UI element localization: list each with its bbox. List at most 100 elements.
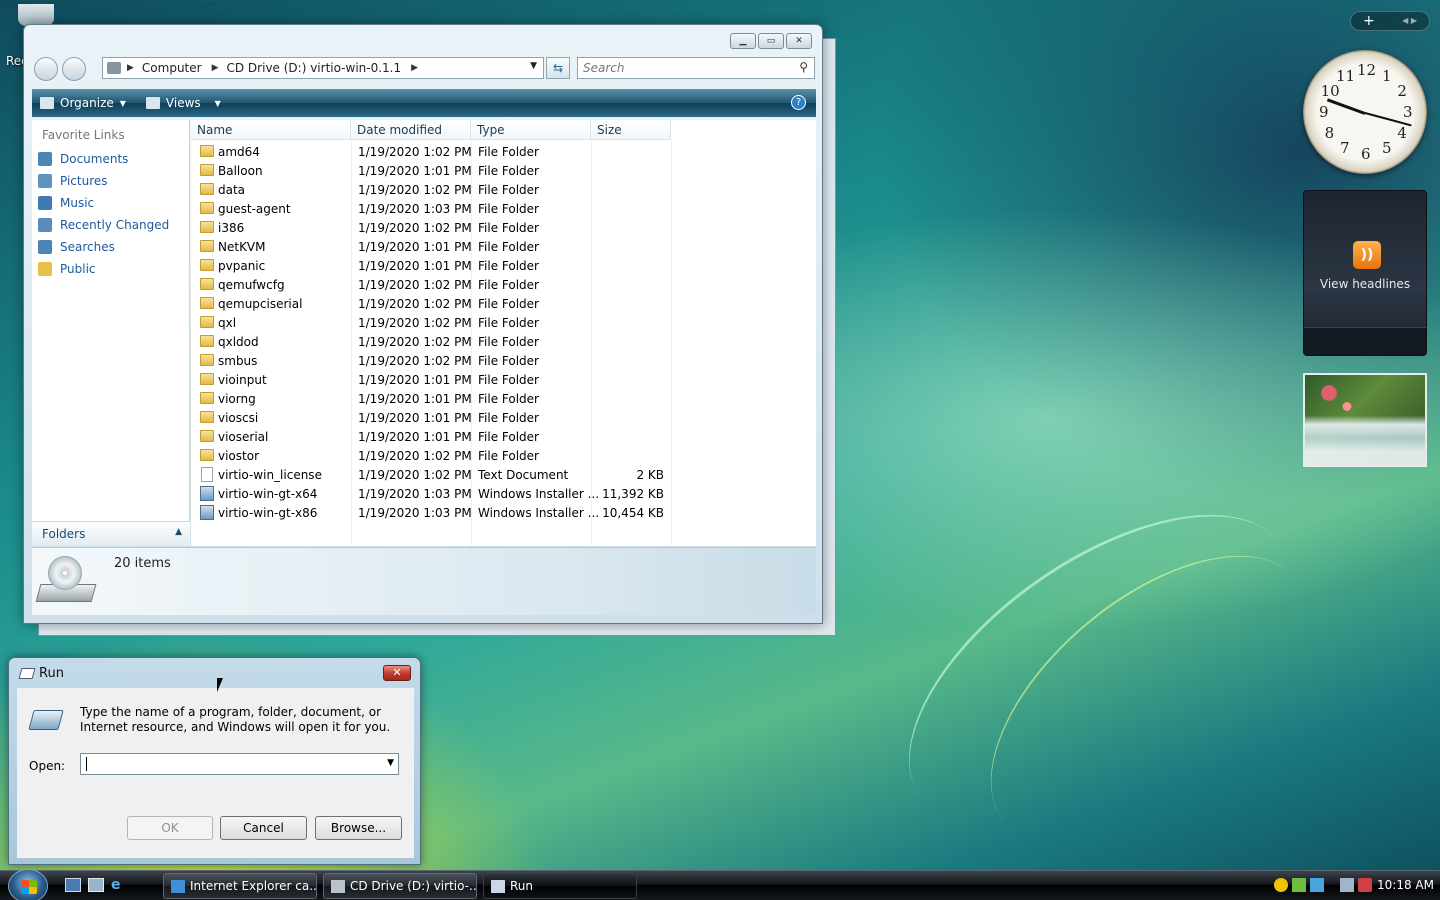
update-icon[interactable] (1292, 878, 1306, 892)
favorite-link[interactable]: Documents (32, 148, 189, 170)
file-name: vioscsi (218, 410, 259, 425)
file-row[interactable]: NetKVM 1/19/2020 1:01 PM File Folder (191, 237, 671, 256)
favorite-link[interactable]: Public (32, 258, 189, 280)
column-header-date[interactable]: Date modified (351, 120, 471, 140)
file-row[interactable]: qemupciserial 1/19/2020 1:02 PM File Folde… (191, 294, 671, 313)
breadcrumb-cd-drive[interactable]: CD Drive (D:) virtio-win-0.1.1 (227, 61, 402, 75)
file-row[interactable]: amd64 1/19/2020 1:02 PM File Folder (191, 142, 671, 161)
clock-time[interactable]: 10:18 AM (1377, 878, 1434, 892)
folder-icon (200, 354, 214, 366)
file-date: 1/19/2020 1:02 PM (358, 467, 472, 482)
volume-muted-icon[interactable] (1358, 878, 1372, 892)
file-type: File Folder (478, 391, 539, 406)
breadcrumb-separator-icon[interactable]: ▶ (411, 63, 418, 73)
folder-icon (200, 202, 214, 214)
file-row[interactable]: vioinput 1/19/2020 1:01 PM File Folder (191, 370, 671, 389)
folders-toggle[interactable]: Folders ▲ (32, 521, 190, 546)
cancel-button[interactable]: Cancel (220, 816, 307, 840)
close-button[interactable]: ✕ (383, 665, 411, 681)
breadcrumb-computer[interactable]: Computer (142, 61, 202, 75)
taskbar-button[interactable]: Internet Explorer ca... (163, 873, 317, 899)
feed-headlines-gadget[interactable]: )) View headlines (1303, 190, 1427, 356)
network-icon[interactable] (1340, 878, 1354, 892)
search-input[interactable]: Search ⚲ (577, 57, 815, 79)
network-status-icon[interactable] (1310, 878, 1324, 892)
chevron-down-icon[interactable]: ▼ (387, 758, 394, 768)
clock-gadget[interactable]: 12 1 2 3 4 5 6 7 8 9 10 11 (1303, 50, 1427, 174)
search-icon[interactable]: ⚲ (799, 60, 808, 74)
minimize-button[interactable]: ▁ (730, 33, 756, 49)
documents-icon (38, 152, 52, 166)
add-gadget-button[interactable]: + ◀ ▶ (1350, 11, 1430, 31)
favorite-link[interactable]: Searches (32, 236, 189, 258)
column-header-size[interactable]: Size (591, 120, 671, 140)
file-type: File Folder (478, 429, 539, 444)
file-name: qxl (218, 315, 237, 330)
folder-icon (200, 430, 214, 442)
browse-button[interactable]: Browse... (315, 816, 402, 840)
pictures-icon (38, 174, 52, 188)
security-alert-icon[interactable] (1274, 878, 1288, 892)
file-row[interactable]: viostor 1/19/2020 1:02 PM File Folder (191, 446, 671, 465)
slideshow-gadget[interactable] (1303, 373, 1427, 467)
show-desktop-icon[interactable] (65, 878, 81, 892)
open-combobox[interactable]: ▼ (80, 753, 399, 775)
recycle-bin-icon[interactable] (18, 4, 54, 26)
file-row[interactable]: virtio-win-gt-x64 1/19/2020 1:03 PM Window… (191, 484, 671, 503)
file-row[interactable]: viorng 1/19/2020 1:01 PM File Folder (191, 389, 671, 408)
start-button[interactable] (8, 869, 48, 900)
folder-icon (200, 278, 214, 290)
favorite-link[interactable]: Music (32, 192, 189, 214)
ie-icon[interactable]: e (111, 878, 127, 892)
back-button[interactable] (34, 57, 58, 81)
clock-number: 11 (1336, 66, 1356, 85)
file-row[interactable]: guest-agent 1/19/2020 1:03 PM File Folder (191, 199, 671, 218)
close-button[interactable]: ✕ (786, 33, 812, 49)
clock-hour-hand (1326, 98, 1366, 115)
address-bar[interactable]: ▶ Computer ▶ CD Drive (D:) virtio-win-0.… (102, 57, 544, 79)
column-header-type[interactable]: Type (471, 120, 591, 140)
forward-button[interactable] (62, 57, 86, 81)
clock-number: 3 (1403, 103, 1413, 121)
switch-windows-icon[interactable] (88, 878, 104, 892)
file-date: 1/19/2020 1:03 PM (358, 201, 472, 216)
organize-button[interactable]: Organize ▼ (40, 96, 126, 110)
file-row[interactable]: virtio-win_license 1/19/2020 1:02 PM Text … (191, 465, 671, 484)
breadcrumb-separator-icon[interactable]: ▶ (127, 63, 134, 73)
file-date: 1/19/2020 1:02 PM (358, 315, 472, 330)
breadcrumb-separator-icon[interactable]: ▶ (212, 63, 219, 73)
taskbar-button[interactable]: Run (483, 873, 637, 899)
maximize-button[interactable]: ▭ (758, 33, 784, 49)
help-icon[interactable]: ? (791, 95, 806, 110)
file-row[interactable]: smbus 1/19/2020 1:02 PM File Folder (191, 351, 671, 370)
folder-icon (200, 411, 214, 423)
searches-icon (38, 240, 52, 254)
favorite-link[interactable]: Recently Changed (32, 214, 189, 236)
refresh-button[interactable]: ⇆ (546, 57, 570, 79)
taskbar-button[interactable]: CD Drive (D:) virtio-... (323, 873, 477, 899)
add-gadget-label: + (1363, 13, 1375, 29)
file-row[interactable]: i386 1/19/2020 1:02 PM File Folder (191, 218, 671, 237)
views-button[interactable]: Views ▼ (145, 96, 221, 110)
file-row[interactable]: virtio-win-gt-x86 1/19/2020 1:03 PM Window… (191, 503, 671, 522)
file-row[interactable]: data 1/19/2020 1:02 PM File Folder (191, 180, 671, 199)
gadget-nav-arrows-icon[interactable]: ◀ ▶ (1402, 12, 1417, 30)
file-row[interactable]: vioscsi 1/19/2020 1:01 PM File Folder (191, 408, 671, 427)
file-row[interactable]: pvpanic 1/19/2020 1:01 PM File Folder (191, 256, 671, 275)
public-folder-icon (38, 262, 52, 276)
file-row[interactable]: qxl 1/19/2020 1:02 PM File Folder (191, 313, 671, 332)
favorite-link[interactable]: Pictures (32, 170, 189, 192)
file-row[interactable]: qxldod 1/19/2020 1:02 PM File Folder (191, 332, 671, 351)
file-type: File Folder (478, 182, 539, 197)
file-row[interactable]: qemufwcfg 1/19/2020 1:02 PM File Folder (191, 275, 671, 294)
favorite-link-label: Recently Changed (60, 218, 170, 232)
file-row[interactable]: Balloon 1/19/2020 1:01 PM File Folder (191, 161, 671, 180)
ok-button[interactable]: OK (127, 816, 213, 840)
feed-headlines-label[interactable]: View headlines (1304, 277, 1426, 291)
file-date: 1/19/2020 1:02 PM (358, 182, 472, 197)
mouse-cursor-icon (217, 678, 229, 692)
file-row[interactable]: vioserial 1/19/2020 1:01 PM File Folder (191, 427, 671, 446)
chevron-down-icon[interactable]: ▼ (530, 61, 537, 71)
column-header-name[interactable]: Name (191, 120, 351, 140)
file-size: 11,392 KB (602, 486, 664, 501)
